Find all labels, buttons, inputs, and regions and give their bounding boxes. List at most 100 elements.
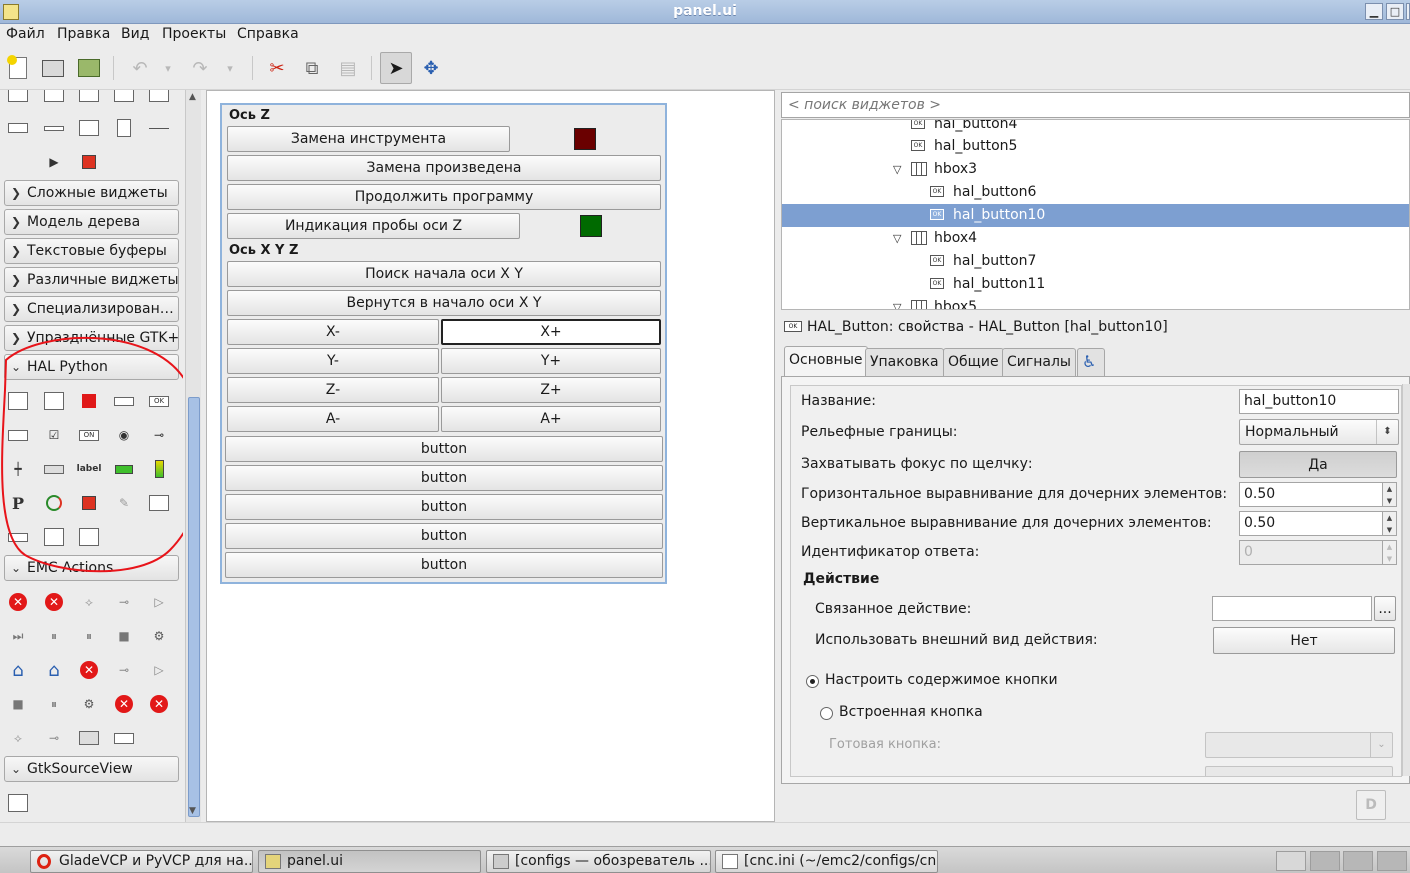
return-xy-button[interactable]: Вернутся в начало оси X Y: [227, 290, 661, 316]
hseparator-widget-icon[interactable]: [147, 117, 171, 139]
widget-icon[interactable]: [6, 117, 30, 139]
halign-field[interactable]: 0.50: [1239, 482, 1383, 507]
separator-widget-icon[interactable]: [42, 117, 66, 139]
calendar-widget-icon[interactable]: [77, 117, 101, 139]
continue-program-button[interactable]: Продолжить программу: [227, 184, 661, 210]
tree-row[interactable]: ▽ hbox5: [782, 296, 1409, 309]
category-misc-widgets[interactable]: ❯ Различные виджеты: [4, 267, 179, 293]
cancel2-action-icon[interactable]: ✕: [147, 693, 171, 715]
tab-packing[interactable]: Упаковка: [865, 348, 944, 376]
open-file-action-icon[interactable]: [77, 727, 101, 749]
abort-action-icon[interactable]: ✕: [77, 659, 101, 681]
task-editor[interactable]: [cnc.ini (~/emc2/configs/cn...: [715, 850, 938, 873]
settings2-action-icon[interactable]: ⚙: [77, 693, 101, 715]
category-specialized[interactable]: ❯ Специализирован…: [4, 296, 179, 322]
tray-slot[interactable]: [1377, 851, 1407, 871]
probe-z-button[interactable]: Индикация пробы оси Z: [227, 213, 520, 239]
stop2-action-icon[interactable]: ■: [6, 693, 30, 715]
widget-icon[interactable]: [6, 90, 30, 106]
step-action-icon[interactable]: ⏭: [6, 625, 30, 647]
sourceview-widget-icon[interactable]: [6, 792, 30, 814]
tray-slot[interactable]: [1310, 851, 1340, 871]
menu-view[interactable]: Вид: [121, 26, 149, 42]
shapes-widget-icon[interactable]: [77, 151, 101, 173]
task-file-browser[interactable]: [configs — обозреватель ...: [486, 850, 711, 873]
generic-button[interactable]: button: [225, 523, 663, 549]
tab-general[interactable]: Основные: [784, 346, 868, 377]
properties-scrollbar[interactable]: [1402, 384, 1410, 776]
category-gtksourceview[interactable]: ⌄ GtkSourceView: [4, 756, 179, 782]
widget-tree[interactable]: OK hal_button4 OK hal_button5 ▽ hbox3 OK…: [781, 119, 1410, 310]
menu-projects[interactable]: Проекты: [162, 26, 226, 42]
redo-icon[interactable]: ↷: [184, 52, 216, 84]
menu-help[interactable]: Справка: [237, 26, 299, 42]
minimize-button[interactable]: ▁: [1365, 3, 1383, 20]
close-button[interactable]: [1406, 3, 1410, 20]
expander-down-icon[interactable]: ▽: [893, 158, 901, 181]
generic-button[interactable]: button: [225, 552, 663, 578]
name-field[interactable]: hal_button10: [1239, 389, 1399, 414]
valign-field[interactable]: 0.50: [1239, 511, 1383, 536]
save-icon[interactable]: [73, 52, 105, 84]
palette-scroll-thumb[interactable]: [188, 397, 200, 817]
copy-icon[interactable]: ⧉: [296, 52, 328, 84]
menu-file[interactable]: Файл: [6, 26, 45, 42]
expander-down-icon[interactable]: ▽: [893, 227, 901, 250]
tree-row[interactable]: OK hal_button7: [782, 250, 1409, 273]
valign-spin-icon[interactable]: ▲ ▼: [1383, 511, 1397, 536]
tree-row[interactable]: OK hal_button11: [782, 273, 1409, 296]
category-tree-model[interactable]: ❯ Модель дерева: [4, 209, 179, 235]
expander-down-icon[interactable]: ▽: [893, 296, 901, 309]
palette-scrollbar[interactable]: ▲ ▼: [185, 90, 201, 822]
tree-row[interactable]: OK hal_button5: [782, 135, 1409, 158]
x-plus-button[interactable]: X+: [441, 319, 661, 345]
related-action-browse-button[interactable]: ...: [1374, 596, 1396, 621]
cut-icon[interactable]: ✂: [261, 52, 293, 84]
y-minus-button[interactable]: Y-: [227, 348, 439, 374]
cancel-action-icon[interactable]: ✕: [112, 693, 136, 715]
widget-icon[interactable]: [77, 90, 101, 106]
run-action-icon[interactable]: ▷: [147, 591, 171, 613]
docs-button[interactable]: D: [1356, 790, 1386, 820]
machine-off-action-icon[interactable]: ✕: [42, 591, 66, 613]
tool-change-button[interactable]: Замена инструмента: [227, 126, 510, 152]
related-action-field[interactable]: [1212, 596, 1372, 621]
tray-slot[interactable]: [1343, 851, 1373, 871]
category-text-buffers[interactable]: ❯ Текстовые буферы: [4, 238, 179, 264]
generic-button[interactable]: button: [225, 494, 663, 520]
widget-icon[interactable]: [147, 90, 171, 106]
tree-row[interactable]: OK hal_button6: [782, 181, 1409, 204]
relief-combo[interactable]: Нормальный ⬍: [1239, 419, 1399, 445]
toggle3-action-icon[interactable]: ⊸: [42, 727, 66, 749]
halign-spin-icon[interactable]: ▲ ▼: [1383, 482, 1397, 507]
widget-icon[interactable]: [112, 90, 136, 106]
stop-action-icon[interactable]: ■: [112, 625, 136, 647]
tree-row[interactable]: ▽ hbox3: [782, 158, 1409, 181]
a-plus-button[interactable]: A+: [441, 406, 661, 432]
pause-action-icon[interactable]: ⏸: [42, 625, 66, 647]
drag-resize-icon[interactable]: ✥: [415, 52, 447, 84]
generic-button[interactable]: button: [225, 465, 663, 491]
generic-button[interactable]: button: [225, 436, 663, 462]
tab-common[interactable]: Общие: [943, 348, 1004, 376]
run2-action-icon[interactable]: ▷: [147, 659, 171, 681]
select-pointer-icon[interactable]: ➤: [380, 52, 412, 84]
toggle2-action-icon[interactable]: ⊸: [112, 659, 136, 681]
a-minus-button[interactable]: A-: [227, 406, 439, 432]
tab-signals[interactable]: Сигналы: [1002, 348, 1076, 376]
undo-dropdown-icon[interactable]: ▾: [154, 52, 182, 84]
toggle-action-icon[interactable]: ⊸: [112, 591, 136, 613]
menu-edit[interactable]: Правка: [57, 26, 110, 42]
new-icon[interactable]: [2, 52, 34, 84]
play-widget-icon[interactable]: ▶: [42, 151, 66, 173]
widget-search-input[interactable]: < поиск виджетов >: [781, 92, 1410, 118]
z-minus-button[interactable]: Z-: [227, 377, 439, 403]
unhome2-action-icon[interactable]: ⟡: [6, 727, 30, 749]
task-opera[interactable]: GladeVCP и PyVCP для на...: [30, 850, 253, 873]
tray-glade-icon[interactable]: [1276, 851, 1306, 871]
z-plus-button[interactable]: Z+: [441, 377, 661, 403]
category-complex-widgets[interactable]: ❯ Сложные виджеты: [4, 180, 179, 206]
paste-icon[interactable]: ▤: [332, 52, 364, 84]
tree-row[interactable]: ▽ hbox4: [782, 227, 1409, 250]
unhome-action-icon[interactable]: ⟡: [77, 591, 101, 613]
